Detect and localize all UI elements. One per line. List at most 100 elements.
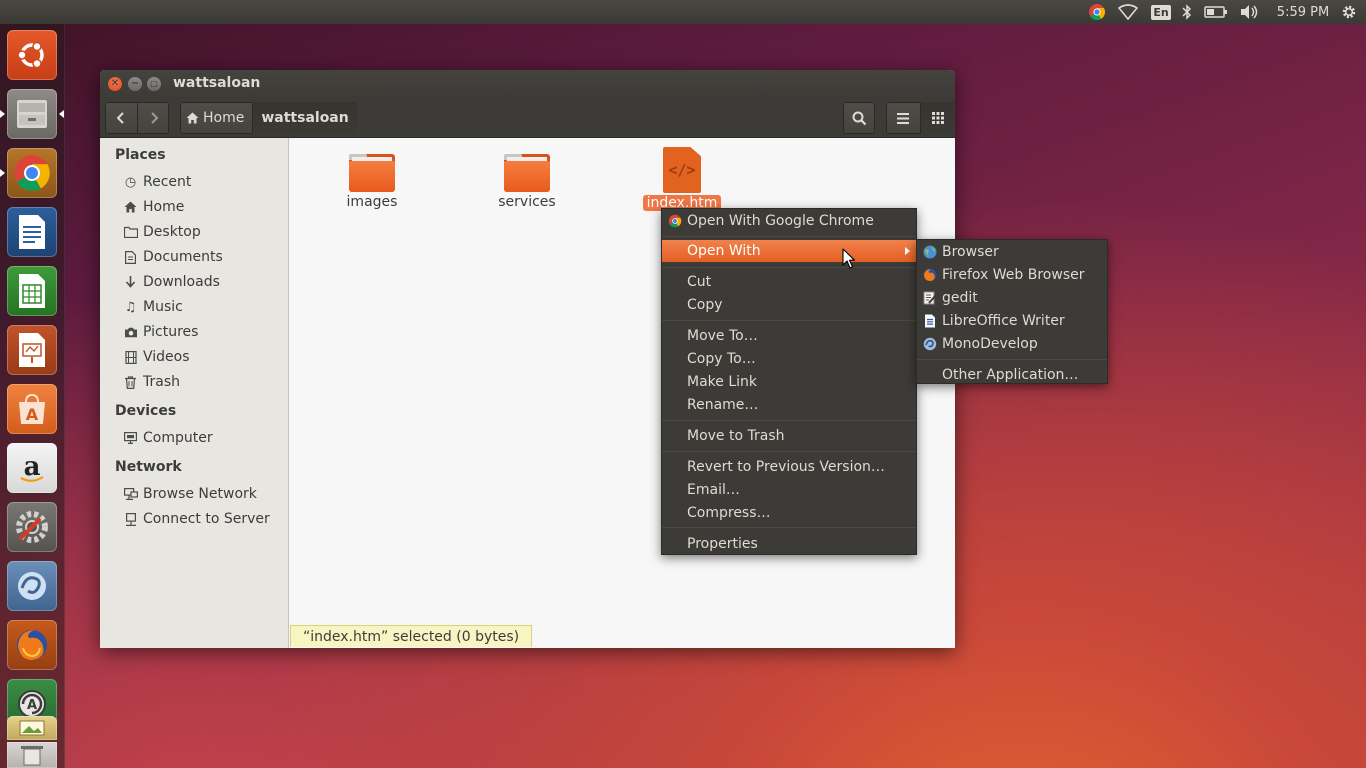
menu-item-make-link[interactable]: Make Link [662,371,916,393]
sidebar-item-trash[interactable]: Trash [123,371,180,393]
sidebar-item-documents[interactable]: Documents [123,246,223,268]
breadcrumb-current[interactable]: wattsaloan [252,102,357,134]
submenu-item-libreoffice-writer[interactable]: LibreOffice Writer [917,310,1107,332]
maximize-button[interactable]: □ [147,77,161,91]
menu-item-properties[interactable]: Properties [662,533,916,555]
folder-icon [123,226,138,238]
sidebar-item-music[interactable]: ♫ Music [123,296,183,318]
file-item-images[interactable]: images [312,154,432,210]
menu-item-label: Properties [687,536,758,552]
menu-item-open-with-chrome[interactable]: Open With Google Chrome [662,210,916,232]
menu-item-copy[interactable]: Copy [662,294,916,316]
sidebar-item-browse-network[interactable]: Browse Network [123,483,257,505]
clock[interactable]: 5:59 PM [1272,3,1334,21]
chevron-left-icon [116,112,124,124]
sidebar-item-label: Recent [143,174,192,190]
sidebar-item-downloads[interactable]: Downloads [123,271,220,293]
open-with-submenu: Browser Firefox Web Browser gedit LibreO… [916,239,1108,384]
sidebar-item-home[interactable]: Home [123,196,184,218]
sidebar-item-label: Documents [143,249,223,265]
grid-view-button[interactable] [920,102,954,134]
mouse-cursor-icon [842,248,856,269]
file-item-services[interactable]: services [467,154,587,210]
menu-item-email[interactable]: Email… [662,479,916,501]
ubuntu-dash-icon[interactable] [7,30,57,80]
minimize-button[interactable]: − [128,77,142,91]
folder-icon [504,154,550,192]
menu-item-compress[interactable]: Compress… [662,502,916,524]
keyboard-layout-indicator[interactable]: En [1151,3,1171,21]
submenu-item-firefox[interactable]: Firefox Web Browser [917,264,1107,286]
sidebar-item-label: Connect to Server [143,511,270,527]
menu-item-label: Firefox Web Browser [942,267,1085,283]
trash-launcher-icon[interactable] [7,742,57,768]
forward-button[interactable] [137,102,169,134]
image-viewer-launcher-icon[interactable] [7,716,57,740]
list-view-button[interactable] [886,102,920,134]
sidebar-item-computer[interactable]: Computer [123,427,213,449]
minimize-icon: − [130,78,140,89]
software-center-launcher-icon[interactable]: A [7,384,57,434]
sidebar-item-recent[interactable]: ◷ Recent [123,171,192,193]
file-item-index-htm[interactable]: </> index.htm [622,147,742,211]
libreoffice-calc-launcher-icon[interactable] [7,266,57,316]
session-gear-icon[interactable] [1339,3,1359,21]
chrome-launcher-icon[interactable] [0,148,57,198]
sidebar-item-videos[interactable]: Videos [123,346,190,368]
toolbar: Home wattsaloan [100,98,955,138]
breadcrumb-current-label: wattsaloan [261,110,349,126]
camera-icon [123,327,138,338]
close-button[interactable]: ✕ [108,77,122,91]
server-icon [123,512,138,526]
menu-item-label: Open With Google Chrome [687,213,874,229]
title-bar[interactable]: ✕ − □ wattsaloan [100,70,955,98]
menu-item-label: Copy [687,297,723,313]
submenu-arrow-icon [905,247,910,255]
menu-item-cut[interactable]: Cut [662,271,916,293]
firefox-launcher-icon[interactable] [7,620,57,670]
breadcrumb-home[interactable]: Home [180,102,252,134]
menu-item-copy-to[interactable]: Copy To… [662,348,916,370]
monodevelop-launcher-icon[interactable] [7,561,57,611]
menu-item-open-with[interactable]: Open With [662,240,916,262]
search-button[interactable] [843,102,875,134]
file-name: images [346,194,398,210]
bluetooth-icon[interactable] [1180,3,1194,21]
menu-item-move-to-trash[interactable]: Move to Trash [662,425,916,447]
sidebar-item-label: Computer [143,430,213,446]
context-menu: Open With Google Chrome Open With Cut Co… [661,208,917,555]
libreoffice-writer-launcher-icon[interactable] [7,207,57,257]
sidebar-item-pictures[interactable]: Pictures [123,321,198,343]
menu-item-label: Move To… [687,328,758,344]
view-buttons [886,102,954,134]
back-button[interactable] [105,102,137,134]
file-name: services [498,194,556,210]
amazon-launcher-icon[interactable]: a [7,443,57,493]
battery-icon[interactable] [1203,3,1229,21]
menu-item-rename[interactable]: Rename… [662,394,916,416]
sidebar-item-label: Videos [143,349,190,365]
volume-icon[interactable] [1238,3,1260,21]
devices-heading: Devices [115,403,177,419]
chrome-icon [668,214,682,228]
menu-item-label: Other Application… [942,367,1079,383]
submenu-item-gedit[interactable]: gedit [917,287,1107,309]
window-title: wattsaloan [173,75,261,91]
chevron-right-icon [150,112,158,124]
status-bar: “index.htm” selected (0 bytes) [290,625,533,647]
maximize-icon: □ [150,79,158,88]
libreoffice-impress-launcher-icon[interactable] [7,325,57,375]
submenu-item-other-application[interactable]: Other Application… [917,364,1107,386]
menu-item-revert[interactable]: Revert to Previous Version… [662,456,916,478]
chrome-indicator-icon[interactable] [1087,3,1107,21]
launcher: A a A [0,24,65,768]
sidebar-item-connect-to-server[interactable]: Connect to Server [123,508,270,530]
submenu-item-monodevelop[interactable]: MonoDevelop [917,333,1107,355]
submenu-item-browser[interactable]: Browser [917,241,1107,263]
menu-item-move-to[interactable]: Move To… [662,325,916,347]
sidebar-item-desktop[interactable]: Desktop [123,221,201,243]
clock-label: 5:59 PM [1276,4,1330,20]
files-launcher-icon[interactable] [0,89,64,139]
wifi-icon[interactable] [1117,3,1139,21]
system-settings-launcher-icon[interactable] [7,502,57,552]
